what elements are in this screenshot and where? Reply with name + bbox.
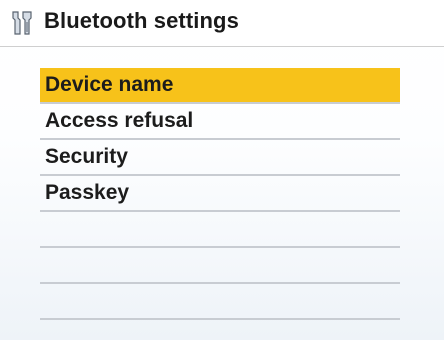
empty-menu-row: [40, 284, 400, 320]
empty-menu-row: [40, 212, 400, 248]
menu-item-label: Access refusal: [45, 109, 194, 132]
menu-item-label: Device name: [45, 73, 174, 96]
menu-item-label: Security: [45, 145, 128, 168]
title-bar: Bluetooth settings: [0, 0, 444, 47]
tools-icon: [12, 11, 32, 35]
empty-menu-row: [40, 248, 400, 284]
menu-item-device-name[interactable]: Device name: [40, 68, 400, 104]
menu-item-label: Passkey: [45, 181, 130, 204]
settings-menu: Device name Access refusal Security Pass…: [40, 68, 400, 320]
page-title: Bluetooth settings: [44, 8, 239, 33]
menu-item-security[interactable]: Security: [40, 140, 400, 176]
menu-item-access-refusal[interactable]: Access refusal: [40, 104, 400, 140]
menu-item-passkey[interactable]: Passkey: [40, 176, 400, 212]
